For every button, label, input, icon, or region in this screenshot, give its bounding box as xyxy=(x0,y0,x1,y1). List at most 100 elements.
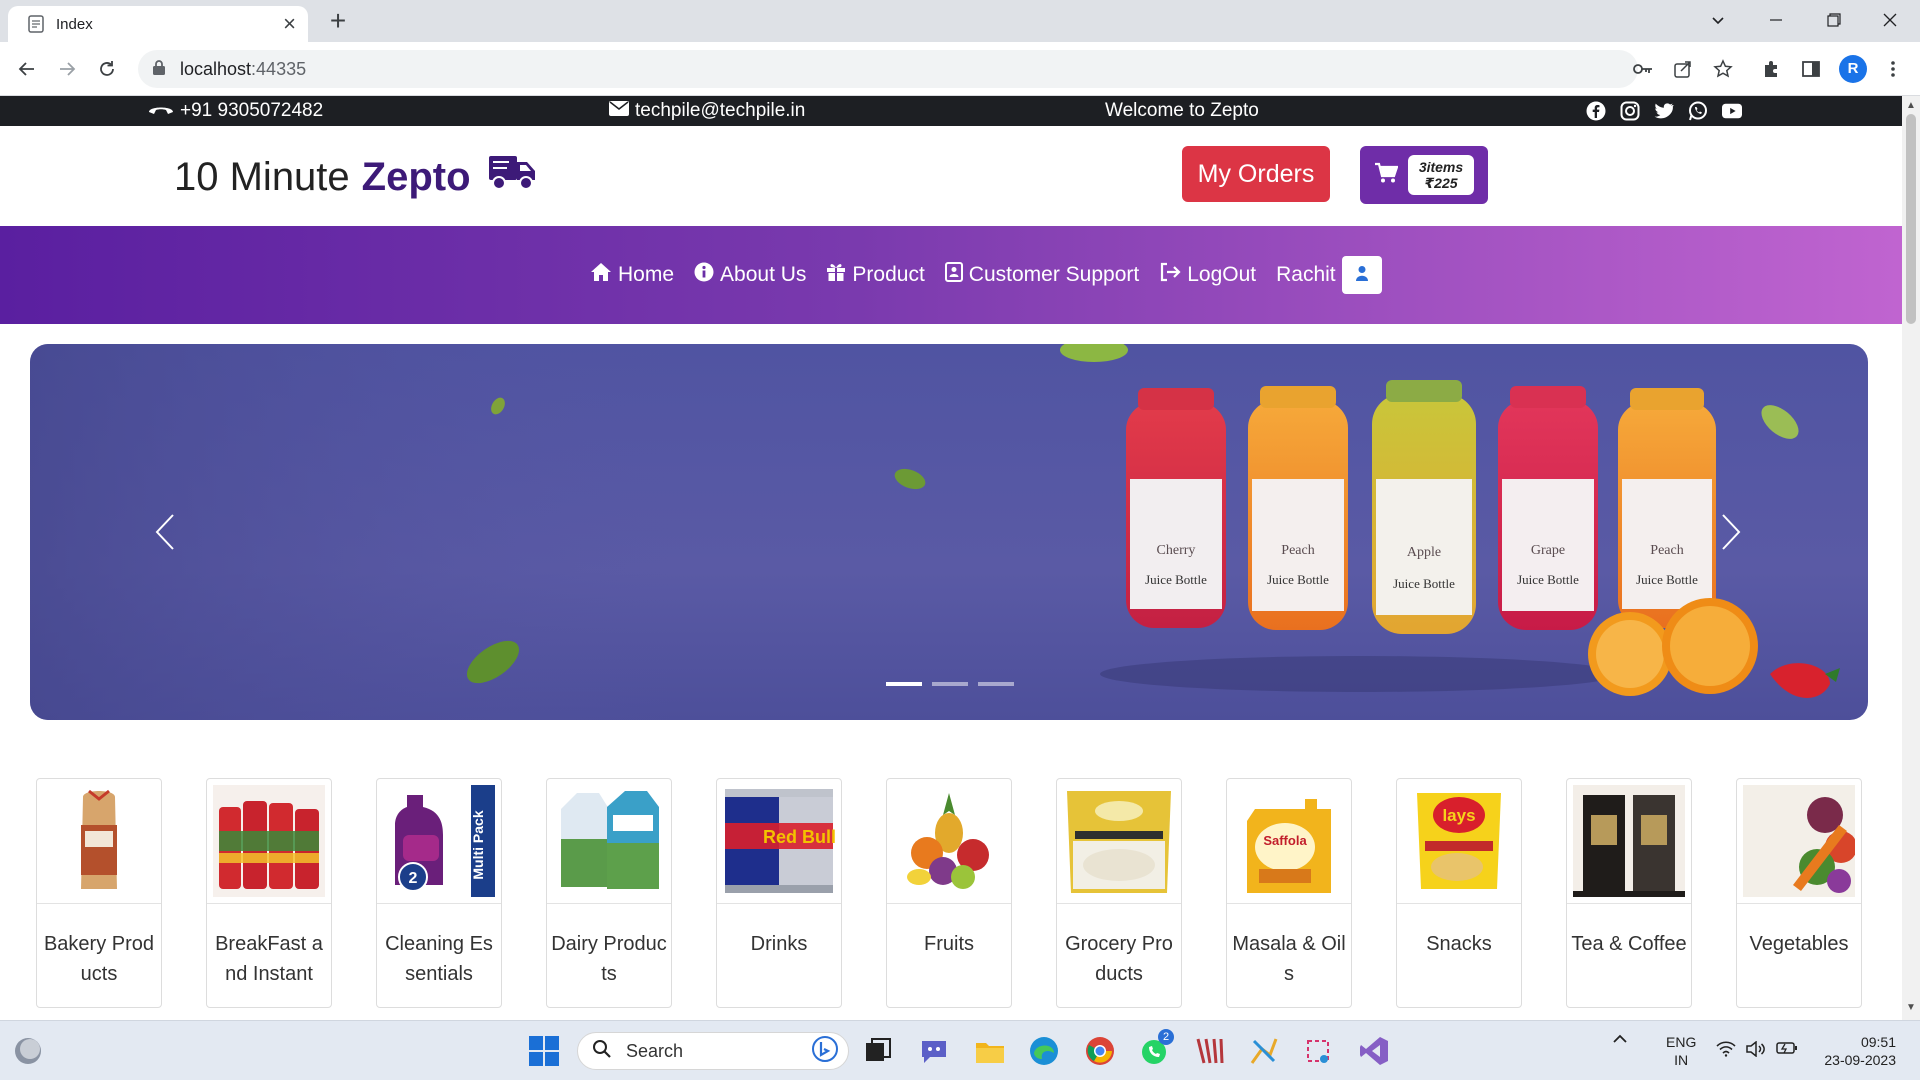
task-view-icon[interactable] xyxy=(862,1035,894,1067)
windows-taskbar: Search 2 ENG IN 09:51 23-09-2023 xyxy=(0,1020,1920,1080)
carousel-indicator[interactable] xyxy=(978,682,1014,686)
edge-browser-icon[interactable] xyxy=(1028,1035,1060,1067)
bakery-product-image xyxy=(43,785,155,897)
twitter-icon[interactable] xyxy=(1654,101,1674,121)
info-circle-icon xyxy=(694,262,714,288)
page-favicon-icon xyxy=(26,14,46,34)
side-panel-icon[interactable] xyxy=(1798,56,1824,82)
winrar-app-icon[interactable] xyxy=(1194,1035,1226,1067)
scroll-up-arrow-icon[interactable]: ▲ xyxy=(1906,100,1916,111)
cart-button[interactable]: 3items ₹225 xyxy=(1360,146,1488,204)
bottle-label-apple: Apple xyxy=(1407,545,1441,560)
chevron-up-icon[interactable] xyxy=(1612,1031,1628,1047)
chrome-browser-icon[interactable] xyxy=(1084,1035,1116,1067)
envelope-icon xyxy=(609,100,629,122)
category-card-fruits[interactable]: Fruits xyxy=(886,778,1012,1008)
category-card-grocery[interactable]: Grocery Products xyxy=(1056,778,1182,1008)
category-card-vegetables[interactable]: Vegetables xyxy=(1736,778,1862,1008)
category-card-snacks[interactable]: lays Snacks xyxy=(1396,778,1522,1008)
taskbar-clock[interactable]: 09:51 23-09-2023 xyxy=(1816,1033,1896,1069)
file-explorer-icon[interactable] xyxy=(974,1035,1006,1067)
whatsapp-icon[interactable] xyxy=(1688,101,1708,121)
category-card-breakfast[interactable]: BreakFast and Instant xyxy=(206,778,332,1008)
browser-menu-icon[interactable] xyxy=(1880,56,1906,82)
minimize-button[interactable] xyxy=(1756,0,1796,40)
welcome-text: Welcome to Zepto xyxy=(1105,100,1259,121)
nav-about-us[interactable]: About Us xyxy=(694,262,806,288)
category-card-bakery[interactable]: Bakery Products xyxy=(36,778,162,1008)
category-name: Bakery Products xyxy=(43,933,155,985)
taskbar-search-box[interactable]: Search xyxy=(577,1032,849,1070)
page-scrollbar[interactable]: ▲ ▼ xyxy=(1902,96,1920,1020)
grocery-product-image xyxy=(1063,785,1175,897)
juice-banner-image: Cherry Juice Bottle Peach Juice Bottle A… xyxy=(30,344,1868,720)
snipping-tool-icon[interactable] xyxy=(1302,1035,1334,1067)
restore-button[interactable] xyxy=(1814,0,1854,40)
category-card-masala-oils[interactable]: Saffola Masala & Oils xyxy=(1226,778,1352,1008)
nav-product[interactable]: Product xyxy=(826,262,925,288)
reload-button[interactable] xyxy=(92,54,122,84)
chevron-left-icon xyxy=(154,514,176,556)
svg-text:lays: lays xyxy=(1442,806,1475,825)
bottle-label-cherry: Cherry xyxy=(1157,543,1196,558)
start-windows-icon[interactable] xyxy=(528,1035,560,1067)
user-avatar-button[interactable] xyxy=(1341,256,1382,294)
share-icon[interactable] xyxy=(1670,56,1696,82)
bottle-caption: Juice Bottle xyxy=(1145,572,1207,587)
tab-search-chevron-icon[interactable] xyxy=(1698,0,1738,40)
scroll-down-arrow-icon[interactable]: ▼ xyxy=(1906,1002,1916,1013)
my-orders-button[interactable]: My Orders xyxy=(1182,146,1330,202)
scrollbar-thumb[interactable] xyxy=(1906,114,1916,324)
lock-icon[interactable] xyxy=(152,59,166,80)
browser-tab[interactable]: Index × xyxy=(8,6,308,42)
forward-button[interactable] xyxy=(52,54,82,84)
close-window-button[interactable] xyxy=(1870,0,1910,40)
drawing-app-icon[interactable] xyxy=(1248,1035,1280,1067)
back-button[interactable] xyxy=(12,54,42,84)
carousel-prev-button[interactable] xyxy=(154,512,176,557)
shopping-cart-icon xyxy=(1374,162,1399,189)
category-card-drinks[interactable]: Red Bull Drinks xyxy=(716,778,842,1008)
address-bar[interactable]: localhost:44335 xyxy=(138,50,1638,88)
carousel-indicators xyxy=(886,682,1014,686)
site-logo[interactable]: 10 Minute Zepto xyxy=(174,152,537,202)
carousel-indicator[interactable] xyxy=(886,682,922,686)
cart-item-count: 3items xyxy=(1418,159,1464,175)
logo-prefix: 10 Minute xyxy=(174,154,350,199)
bookmark-star-icon[interactable] xyxy=(1710,56,1736,82)
new-tab-button[interactable]: + xyxy=(322,6,354,38)
key-icon[interactable] xyxy=(1630,56,1656,82)
category-name: Dairy Products xyxy=(551,933,667,985)
instagram-icon[interactable] xyxy=(1620,101,1640,121)
carousel-next-button[interactable] xyxy=(1720,512,1742,557)
email-contact[interactable]: techpile@techpile.in xyxy=(609,100,805,122)
bottle-caption: Juice Bottle xyxy=(1517,572,1579,587)
youtube-icon[interactable] xyxy=(1722,101,1742,121)
extensions-puzzle-icon[interactable] xyxy=(1758,56,1784,82)
delivery-truck-icon xyxy=(487,152,537,202)
tea-coffee-product-image xyxy=(1573,785,1685,897)
svg-text:2: 2 xyxy=(409,870,418,887)
nav-logout[interactable]: LogOut xyxy=(1159,262,1256,288)
whatsapp-app-icon[interactable]: 2 xyxy=(1138,1029,1174,1067)
input-language-indicator[interactable]: ENG IN xyxy=(1666,1033,1696,1069)
widgets-icon[interactable] xyxy=(12,1035,44,1067)
profile-avatar[interactable]: R xyxy=(1839,55,1867,83)
carousel-indicator[interactable] xyxy=(932,682,968,686)
teams-chat-icon[interactable] xyxy=(918,1035,950,1067)
phone-icon xyxy=(148,100,174,122)
nav-home[interactable]: Home xyxy=(590,262,674,288)
visual-studio-icon[interactable] xyxy=(1358,1035,1390,1067)
nav-user[interactable]: Rachit xyxy=(1276,256,1382,294)
phone-contact[interactable]: +91 9305072482 xyxy=(148,100,323,122)
browser-tab-bar: Index × + xyxy=(0,0,1920,42)
category-card-tea-coffee[interactable]: Tea & Coffee xyxy=(1566,778,1692,1008)
category-card-dairy[interactable]: Dairy Products xyxy=(546,778,672,1008)
category-name: Fruits xyxy=(924,933,974,955)
quick-settings[interactable] xyxy=(1716,1040,1798,1062)
facebook-icon[interactable] xyxy=(1586,101,1606,121)
bing-icon[interactable] xyxy=(812,1035,838,1067)
nav-customer-support[interactable]: Customer Support xyxy=(944,262,1139,288)
tab-close-icon[interactable]: × xyxy=(283,13,296,35)
category-card-cleaning[interactable]: Multi Pack 2 Cleaning Essentials xyxy=(376,778,502,1008)
